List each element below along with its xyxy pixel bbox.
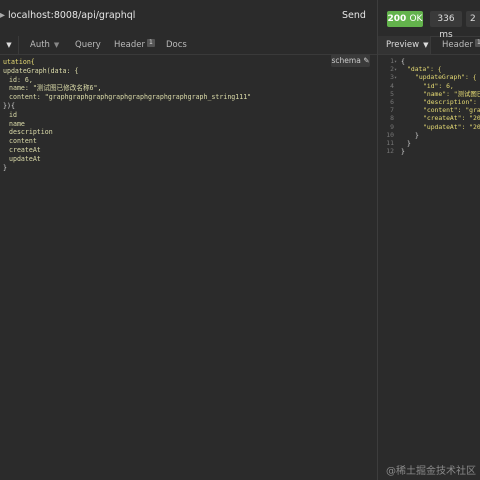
query-line: }: [3, 163, 7, 172]
response-line: "name": "测试图已修: [423, 89, 480, 98]
response-header-count-badge: 16: [474, 39, 480, 47]
line-number: 5: [390, 89, 394, 98]
response-line: "createAt": "2021: [423, 114, 480, 123]
fold-icon[interactable]: ▾: [394, 58, 397, 66]
url-input[interactable]: localhost:8008/api/graphql: [8, 10, 135, 21]
response-line: "data": {: [407, 65, 442, 74]
chevron-down-icon: ▼: [53, 41, 60, 49]
line-number: 2: [390, 65, 394, 74]
query-line: }){: [3, 102, 15, 110]
chevron-down-icon: ▼: [423, 41, 429, 49]
response-preview[interactable]: 1 ▾ { 2 ▾ "data": { 3 ▾ "updateGraph": {…: [378, 55, 480, 480]
tab-response-header-label: Header: [442, 40, 473, 50]
method-dropdown-icon[interactable]: ▸: [0, 10, 8, 26]
line-number: 3: [390, 73, 394, 82]
response-line: }: [401, 147, 405, 156]
query-line: utation{: [3, 58, 35, 66]
tab-query[interactable]: Query: [75, 36, 101, 54]
tab-auth[interactable]: Auth ▼: [30, 36, 59, 54]
status-badge: 200 OK: [387, 11, 423, 27]
response-time-badge: 336 ms: [430, 11, 462, 40]
query-line: createAt: [9, 146, 41, 154]
tab-auth-label: Auth: [30, 40, 50, 50]
status-code: 200: [387, 14, 407, 24]
request-tabs: Auth ▼ Query Header 1 Docs: [0, 36, 377, 55]
tab-docs[interactable]: Docs: [166, 36, 187, 54]
response-line: {: [401, 57, 405, 65]
line-number: 4: [390, 81, 394, 90]
send-button[interactable]: Send: [342, 10, 366, 21]
tab-response-header[interactable]: Header16: [442, 36, 480, 54]
wrench-icon: ✎: [363, 56, 370, 65]
line-number: 8: [390, 114, 394, 123]
query-editor[interactable]: utation{ updateGraph(data: { id: 6, name…: [0, 55, 377, 480]
line-number: 10: [386, 130, 394, 139]
response-line: "content": "graph: [423, 106, 480, 115]
query-line: content: "graphgraphgraphgraphgraphgraph…: [9, 93, 252, 102]
status-text: OK: [409, 14, 423, 24]
schema-label: schema: [331, 56, 361, 65]
header-count-badge: 1: [146, 39, 155, 47]
query-line: updateAt: [9, 154, 41, 163]
tab-header-label: Header: [114, 40, 145, 50]
response-line: "id": 6,: [423, 81, 454, 90]
tab-preview-label-wrap[interactable]: Preview ▼: [386, 36, 428, 54]
line-number: 9: [390, 122, 394, 131]
tab-query-label: Query: [75, 40, 101, 50]
response-line: "description": ": [423, 98, 480, 106]
query-line: content: [9, 137, 37, 146]
chevron-down-icon: ▼: [6, 41, 12, 49]
fold-icon[interactable]: ▾: [394, 74, 397, 82]
response-line: "updateGraph": {: [415, 73, 477, 82]
line-number: 11: [386, 139, 394, 147]
query-line: name: [9, 119, 25, 128]
response-line: "updateAt": "2021: [423, 122, 480, 131]
query-line: description: [9, 128, 53, 137]
schema-button[interactable]: schema ✎: [331, 54, 370, 67]
line-number: 12: [386, 147, 394, 156]
query-line: name: "测试图已修改名称6",: [9, 84, 102, 93]
response-size-badge: 2: [466, 11, 480, 27]
tab-preview-label: Preview: [386, 40, 420, 50]
response-line: }: [407, 139, 411, 147]
line-number: 7: [390, 106, 394, 115]
query-line: id: [9, 110, 17, 119]
tab-docs-label: Docs: [166, 40, 187, 50]
watermark: @稀土掘金技术社区: [386, 466, 476, 477]
line-number: 6: [390, 98, 394, 106]
line-number: 1: [390, 57, 394, 65]
query-line: updateGraph(data: {: [3, 66, 79, 75]
response-line: }: [415, 130, 419, 139]
fold-icon[interactable]: ▾: [394, 66, 397, 74]
body-type-dropdown[interactable]: ▼: [0, 36, 19, 54]
tab-header[interactable]: Header 1: [114, 36, 155, 54]
